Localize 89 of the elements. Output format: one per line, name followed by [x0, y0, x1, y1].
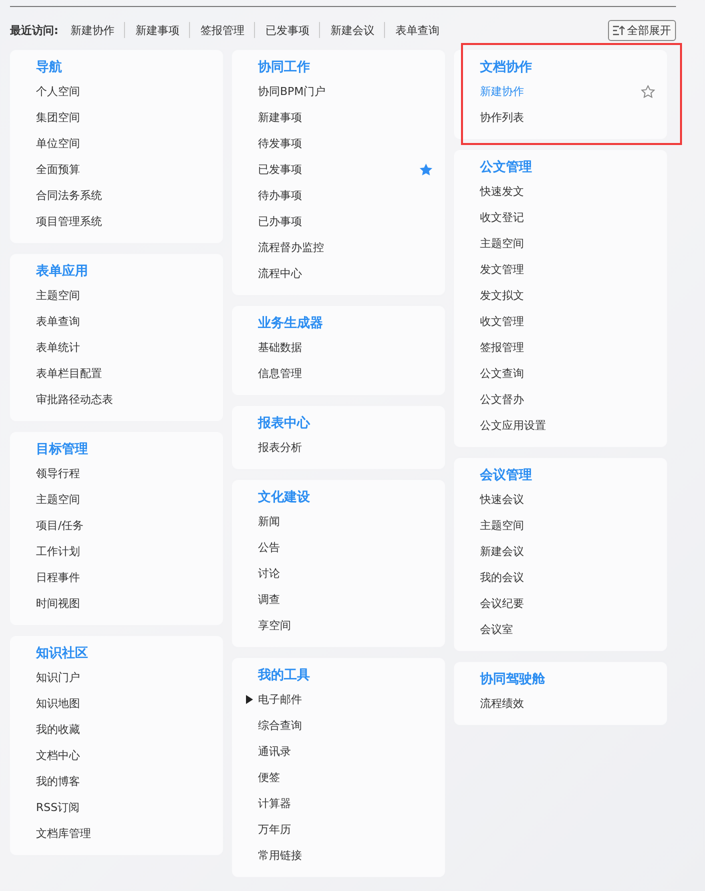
menu-item[interactable]: 个人空间	[36, 84, 80, 98]
expand-all-button[interactable]: 全部展开	[608, 20, 676, 40]
menu-item[interactable]: 调查	[258, 592, 280, 606]
menu-item[interactable]: 流程督办监控	[258, 240, 324, 254]
menu-item[interactable]: 电子邮件	[258, 692, 302, 706]
card-title: 协同工作	[258, 59, 311, 77]
menu-item[interactable]: 日程事件	[36, 570, 80, 584]
star-icon[interactable]	[419, 162, 433, 176]
menu-item[interactable]: 收文管理	[480, 314, 524, 328]
menu-item[interactable]: 全面预算	[36, 162, 80, 176]
menu-item[interactable]: 表单栏目配置	[36, 366, 102, 380]
recent-link[interactable]: 新建协作	[70, 22, 124, 38]
menu-item[interactable]: 项目/任务	[36, 518, 84, 532]
menu-item[interactable]: 协同BPM门户	[258, 84, 326, 98]
card-title: 知识社区	[36, 645, 89, 663]
menu-item[interactable]: 文档中心	[36, 748, 80, 762]
menu-item[interactable]: 报表分析	[258, 440, 302, 454]
menu-item[interactable]: 文档库管理	[36, 826, 91, 840]
card-title: 表单应用	[36, 262, 89, 281]
menu-item[interactable]: 主题空间	[480, 518, 524, 532]
menu-item[interactable]: 计算器	[258, 796, 291, 810]
menu-item[interactable]: 常用链接	[258, 848, 302, 862]
card-title: 导航	[36, 58, 63, 77]
menu-item[interactable]: 领导行程	[36, 466, 80, 480]
menu-item[interactable]: 主题空间	[36, 492, 80, 506]
menu-item[interactable]: 公文督办	[480, 392, 524, 406]
card-title: 目标管理	[36, 441, 89, 459]
menu-item[interactable]: 已办事项	[258, 214, 302, 228]
menu-item[interactable]: 会议室	[480, 622, 513, 636]
menu-item[interactable]: 通讯录	[258, 744, 291, 758]
menu-item[interactable]: 便签	[258, 770, 280, 784]
menu-item[interactable]: 综合查询	[258, 718, 302, 732]
menu-item[interactable]: RSS订阅	[36, 800, 80, 814]
card-title: 报表中心	[258, 414, 312, 433]
menu-item[interactable]: 待办事项	[258, 188, 302, 202]
card-title: 会议管理	[480, 466, 533, 485]
card-title: 文档协作	[480, 58, 533, 77]
menu-item[interactable]: 已发事项	[258, 162, 302, 176]
menu-item[interactable]: 我的收藏	[36, 722, 80, 736]
menu-item[interactable]: 流程绩效	[480, 696, 524, 710]
card-title: 我的工具	[258, 667, 311, 685]
recent-link[interactable]: 新建事项	[125, 22, 190, 38]
menu-item[interactable]: 时间视图	[36, 596, 80, 610]
menu-item[interactable]: 主题空间	[480, 236, 524, 250]
recent-label: 最近访问:	[10, 22, 58, 38]
menu-item[interactable]: 项目管理系统	[36, 214, 102, 228]
menu-item[interactable]: 工作计划	[36, 544, 80, 558]
menu-item[interactable]: 协作列表	[480, 110, 524, 124]
star-outline-icon[interactable]	[641, 84, 655, 98]
menu-item[interactable]: 主题空间	[36, 288, 80, 302]
menu-item[interactable]: 公文应用设置	[480, 418, 546, 432]
card-title: 协同驾驶舱	[480, 671, 546, 689]
menu-item[interactable]: 基础数据	[258, 340, 302, 354]
menu-item[interactable]: 知识地图	[36, 696, 80, 710]
card-title: 业务生成器	[258, 315, 324, 333]
menu-item[interactable]: 流程中心	[258, 266, 302, 280]
menu-item[interactable]: 新建事项	[258, 110, 302, 124]
menu-item[interactable]: 会议纪要	[480, 596, 524, 610]
menu-item[interactable]: 公告	[258, 540, 280, 554]
recent-link[interactable]: 已发事项	[255, 22, 320, 38]
menu-item[interactable]: 快速发文	[480, 184, 524, 198]
menu-item[interactable]: 信息管理	[258, 366, 302, 380]
recent-link[interactable]: 新建会议	[320, 22, 384, 38]
menu-item[interactable]: 合同法务系统	[36, 188, 102, 202]
menu-item[interactable]: 享空间	[258, 618, 291, 632]
menu-item[interactable]: 表单统计	[36, 340, 80, 354]
menu-item[interactable]: 讨论	[258, 566, 280, 580]
menu-item[interactable]: 集团空间	[36, 110, 80, 124]
menu-item[interactable]: 待发事项	[258, 136, 302, 150]
menu-item[interactable]: 审批路径动态表	[36, 392, 113, 406]
menu-item[interactable]: 我的会议	[480, 570, 524, 584]
menu-item[interactable]: 快速会议	[480, 492, 524, 506]
menu-item[interactable]: 我的博客	[36, 774, 80, 788]
menu-item[interactable]: 新建会议	[480, 544, 524, 558]
recent-link[interactable]: 签报管理	[190, 22, 254, 38]
menu-item[interactable]: 发文拟文	[480, 288, 524, 302]
menu-item[interactable]: 发文管理	[480, 262, 524, 276]
recent-link[interactable]: 表单查询	[385, 22, 450, 38]
menu-item[interactable]: 表单查询	[36, 314, 80, 328]
menu-item[interactable]: 单位空间	[36, 136, 80, 150]
menu-item[interactable]: 收文登记	[480, 210, 524, 224]
card-title: 文化建设	[258, 488, 311, 507]
menu-item[interactable]: 新闻	[258, 514, 280, 528]
menu-item[interactable]: 签报管理	[480, 340, 524, 354]
menu-item[interactable]: 公文查询	[480, 366, 524, 380]
card-title: 公文管理	[480, 158, 533, 177]
menu-item[interactable]: 万年历	[258, 822, 291, 836]
expand-icon	[613, 24, 625, 36]
menu-item[interactable]: 知识门户	[36, 670, 80, 684]
